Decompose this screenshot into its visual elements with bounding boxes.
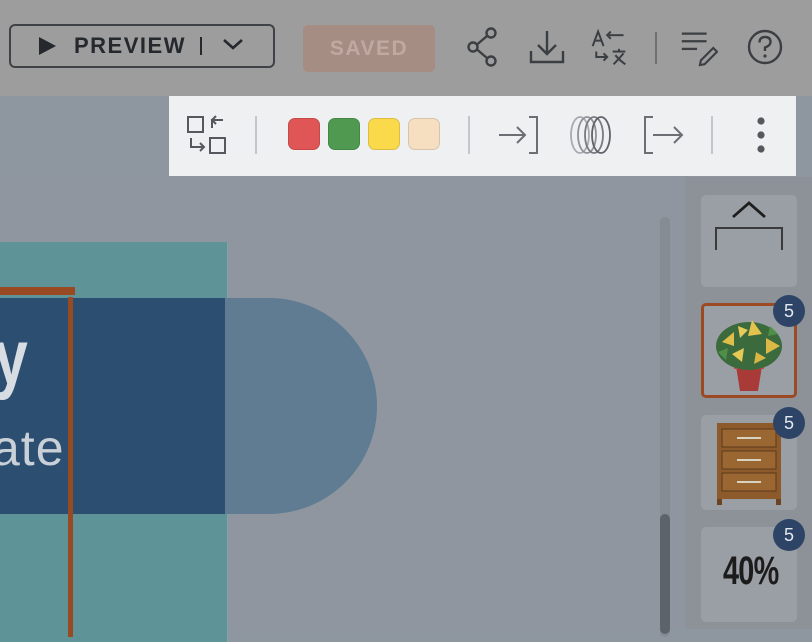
preview-divider <box>199 37 202 55</box>
color-swatch-beige[interactable] <box>408 118 440 150</box>
count-badge: 5 <box>773 519 805 551</box>
edit-notes-icon[interactable] <box>678 26 718 68</box>
motion-blur-icon[interactable] <box>568 114 614 156</box>
count-badge: 5 <box>773 407 805 439</box>
format-divider <box>711 116 713 154</box>
count-badge: 5 <box>773 295 805 327</box>
slide-subtitle-text[interactable]: ate <box>0 419 65 477</box>
title-band[interactable] <box>0 298 225 514</box>
help-icon[interactable] <box>745 26 785 68</box>
preview-label: PREVIEW <box>74 33 186 58</box>
download-icon[interactable] <box>527 26 567 68</box>
arrange-icon[interactable] <box>185 114 229 156</box>
slide-title-text[interactable]: y <box>0 312 28 403</box>
format-divider <box>468 116 470 154</box>
format-toolbar <box>169 96 796 176</box>
preview-button[interactable]: PREVIEW <box>9 24 275 68</box>
enter-icon[interactable] <box>497 114 541 156</box>
chevron-up-icon <box>732 201 766 219</box>
selection-handle-horizontal[interactable] <box>0 287 75 295</box>
translate-icon[interactable] <box>589 26 629 68</box>
play-icon <box>39 37 56 55</box>
selection-handle-vertical[interactable] <box>68 297 73 637</box>
saved-button[interactable]: SAVED <box>303 25 435 72</box>
more-vertical-icon[interactable] <box>751 114 771 156</box>
color-swatch-red[interactable] <box>288 118 320 150</box>
exit-icon[interactable] <box>641 114 685 156</box>
color-swatch-yellow[interactable] <box>368 118 400 150</box>
color-swatch-green[interactable] <box>328 118 360 150</box>
toolbar-divider <box>655 32 657 64</box>
chevron-down-icon[interactable] <box>222 37 244 56</box>
slide-canvas[interactable]: y ate <box>0 177 685 642</box>
format-divider <box>255 116 257 154</box>
canvas-scrollbar-thumb[interactable] <box>660 514 670 634</box>
top-toolbar: PREVIEW SAVED <box>0 0 812 96</box>
thumbnail-percent-text: 40% <box>723 549 779 593</box>
thumbnail-partial[interactable] <box>701 195 797 287</box>
share-icon[interactable] <box>462 26 502 68</box>
